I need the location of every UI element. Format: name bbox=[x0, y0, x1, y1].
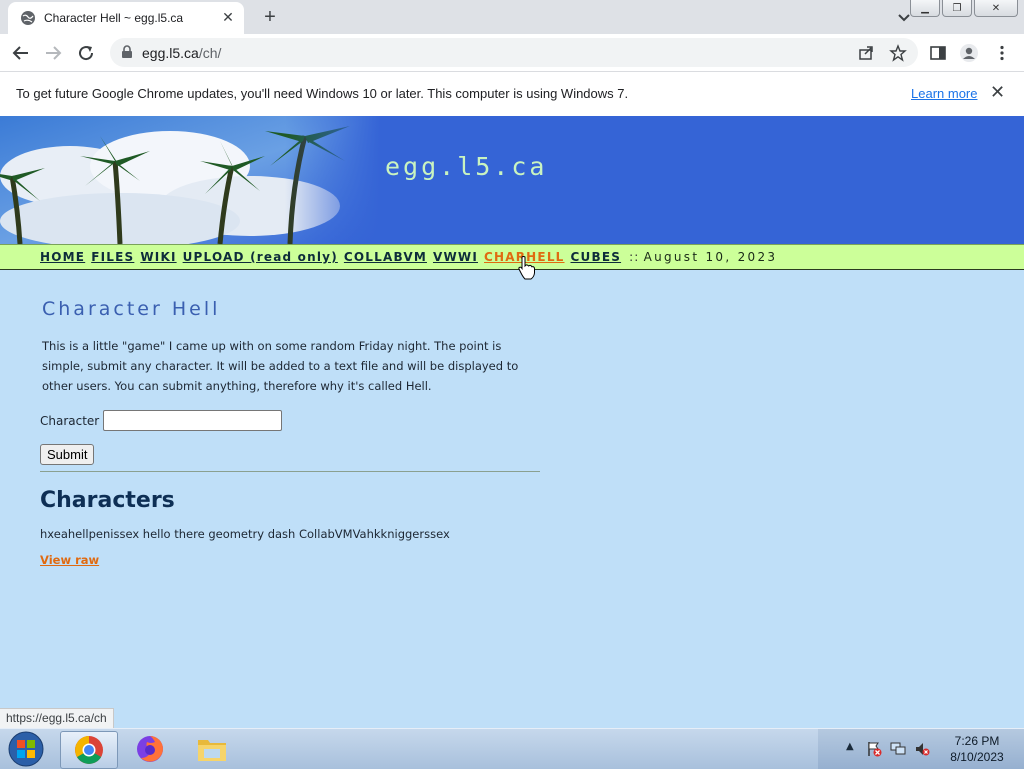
intro-paragraph: This is a little "game" I came up with o… bbox=[42, 339, 519, 393]
browser-tab[interactable]: Character Hell ~ egg.l5.ca ✕ bbox=[8, 2, 244, 34]
characters-list: hxeahellpenissex hello there geometry da… bbox=[40, 527, 450, 541]
nav-cubes-link[interactable]: CUBES bbox=[571, 250, 622, 264]
page-title: Character Hell bbox=[42, 298, 221, 320]
network-icon[interactable] bbox=[890, 741, 906, 757]
tab-strip: Character Hell ~ egg.l5.ca ✕ + ▁ ❐ ✕ bbox=[0, 0, 1024, 34]
forward-arrow-icon[interactable] bbox=[42, 42, 64, 64]
globe-icon bbox=[21, 11, 35, 25]
submit-button[interactable]: Submit bbox=[40, 444, 95, 465]
window-controls: ▁ ❐ ✕ bbox=[908, 0, 1018, 17]
close-window-button[interactable]: ✕ bbox=[974, 0, 1018, 17]
update-infobar: To get future Google Chrome updates, you… bbox=[0, 72, 1024, 117]
characters-heading: Characters bbox=[40, 488, 175, 513]
nav-files-link[interactable]: FILES bbox=[91, 250, 134, 264]
volume-muted-icon[interactable] bbox=[914, 741, 930, 757]
clock-date: 8/10/2023 bbox=[950, 750, 1004, 764]
hand-cursor-icon bbox=[518, 256, 535, 280]
taskbar-chrome[interactable] bbox=[60, 731, 118, 769]
system-clock[interactable]: 7:26 PM 8/10/2023 bbox=[942, 733, 1012, 765]
profile-avatar-icon[interactable] bbox=[958, 42, 980, 64]
taskbar-firefox[interactable] bbox=[122, 731, 178, 767]
share-icon[interactable] bbox=[855, 42, 877, 64]
folder-icon bbox=[198, 740, 226, 761]
bookmark-star-icon[interactable] bbox=[887, 42, 909, 64]
character-input[interactable] bbox=[103, 410, 283, 431]
main-content: Character Hell This is a little "game" I… bbox=[40, 298, 540, 568]
nav-upload-link[interactable]: UPLOAD (read only) bbox=[183, 250, 338, 264]
palm-trees-image bbox=[0, 116, 380, 244]
character-label: Character bbox=[40, 413, 100, 428]
nav-collabvm-link[interactable]: COLLABVM bbox=[344, 250, 427, 264]
url-path: /ch/ bbox=[198, 45, 222, 61]
status-url: https://egg.l5.ca/ch bbox=[0, 708, 114, 728]
nav-wiki-link[interactable]: WIKI bbox=[140, 250, 176, 264]
menu-kebab-icon[interactable] bbox=[991, 42, 1013, 64]
character-form: Character bbox=[40, 410, 540, 431]
view-raw-link[interactable]: View raw bbox=[40, 553, 99, 567]
address-bar[interactable]: egg.l5.ca/ch/ bbox=[110, 38, 918, 67]
site-nav: HOME FILES WIKI UPLOAD (read only) COLLA… bbox=[0, 244, 1024, 270]
system-tray: ▲ 7:26 PM 8/10/2023 bbox=[818, 729, 1024, 769]
action-center-flag-icon[interactable] bbox=[866, 741, 882, 757]
infobar-close-icon[interactable]: ✕ bbox=[990, 82, 1005, 103]
nav-separator: :: bbox=[629, 250, 640, 264]
restore-button[interactable]: ❐ bbox=[942, 0, 972, 17]
start-button-icon[interactable] bbox=[6, 731, 46, 767]
site-banner: egg.l5.ca bbox=[0, 116, 1024, 244]
windows-taskbar: ▲ 7:26 PM 8/10/2023 bbox=[0, 728, 1024, 769]
chrome-icon bbox=[75, 736, 103, 764]
browser-toolbar: egg.l5.ca/ch/ bbox=[0, 34, 1024, 72]
tab-close-icon[interactable]: ✕ bbox=[218, 8, 238, 28]
tab-title: Character Hell ~ egg.l5.ca bbox=[44, 11, 184, 25]
back-arrow-icon[interactable] bbox=[10, 42, 32, 64]
lock-icon[interactable] bbox=[120, 45, 134, 59]
divider bbox=[40, 471, 540, 472]
infobar-message: To get future Google Chrome updates, you… bbox=[16, 86, 629, 101]
new-tab-button[interactable]: + bbox=[258, 6, 282, 28]
firefox-icon bbox=[137, 736, 163, 762]
clock-time: 7:26 PM bbox=[954, 734, 1000, 748]
nav-home-link[interactable]: HOME bbox=[40, 250, 85, 264]
url-host: egg.l5.ca bbox=[142, 45, 199, 61]
nav-date: August 10, 2023 bbox=[643, 250, 778, 264]
site-title: egg.l5.ca bbox=[385, 152, 548, 181]
reload-icon[interactable] bbox=[75, 42, 97, 64]
learn-more-link[interactable]: Learn more bbox=[911, 86, 977, 101]
show-hidden-icons[interactable]: ▲ bbox=[846, 741, 854, 752]
minimize-button[interactable]: ▁ bbox=[910, 0, 940, 17]
taskbar-explorer[interactable] bbox=[184, 731, 240, 767]
nav-vwwi-link[interactable]: VWWI bbox=[433, 250, 478, 264]
side-panel-icon[interactable] bbox=[927, 42, 949, 64]
url-text: egg.l5.ca/ch/ bbox=[142, 45, 221, 61]
